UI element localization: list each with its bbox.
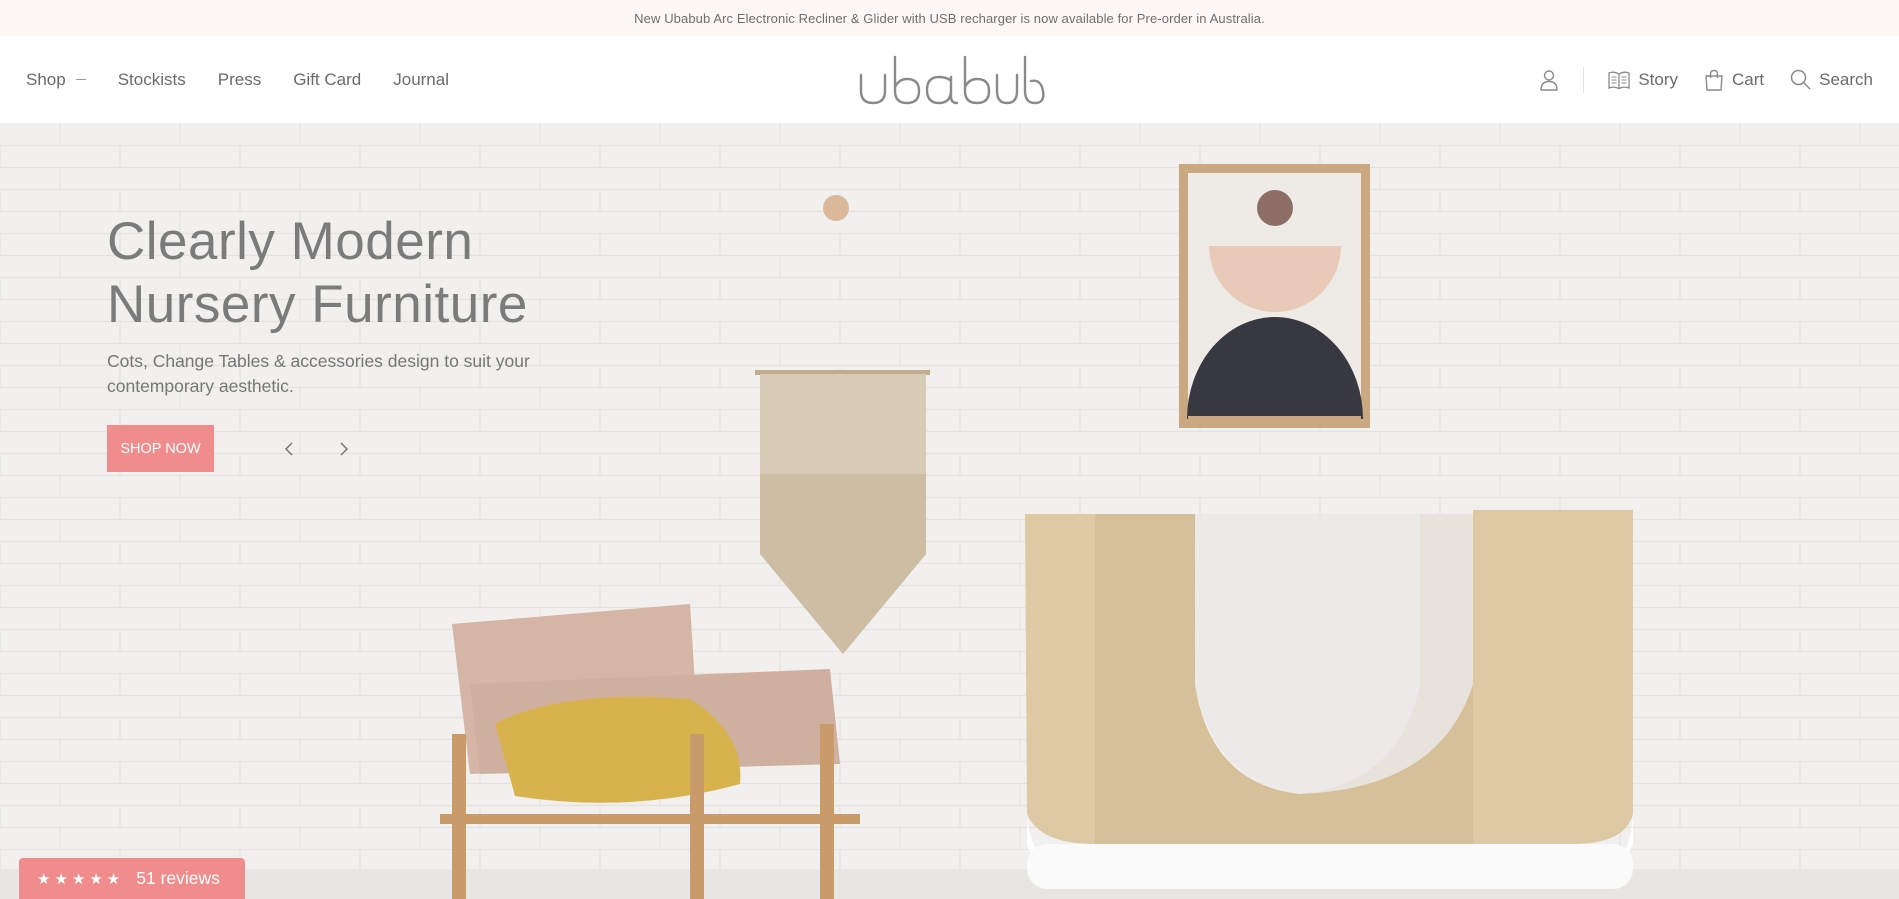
reviews-badge[interactable]: ★★★★★ 51 reviews [19, 858, 245, 899]
announcement-bar: New Ubabub Arc Electronic Recliner & Gli… [0, 0, 1899, 36]
hero-content: Clearly Modern Nursery Furniture Cots, C… [107, 210, 627, 472]
chevron-left-icon [284, 441, 293, 456]
nav-journal[interactable]: Journal [393, 70, 449, 90]
search-icon [1790, 69, 1811, 90]
ubabub-logo-icon [859, 55, 1045, 104]
slide-next-button[interactable] [329, 434, 359, 464]
wall-knob-icon [823, 195, 849, 221]
cart-link[interactable]: Cart [1704, 69, 1764, 91]
hero-slideshow: Clearly Modern Nursery Furniture Cots, C… [0, 124, 1899, 899]
star-rating-icon: ★★★★★ [37, 870, 125, 888]
utility-nav: Story Cart Search [1539, 66, 1873, 93]
book-icon [1608, 70, 1630, 90]
hero-subtitle: Cots, Change Tables & accessories design… [107, 351, 530, 396]
divider [1583, 66, 1585, 93]
account-link[interactable] [1539, 69, 1559, 91]
search-label: Search [1819, 69, 1873, 89]
story-link[interactable]: Story [1608, 70, 1678, 90]
hero-title-line-1: Clearly Modern [107, 212, 474, 271]
story-label: Story [1638, 69, 1678, 89]
site-logo[interactable] [855, 51, 1045, 109]
cart-label: Cart [1732, 69, 1765, 89]
reviews-count: 51 reviews [136, 868, 220, 888]
dropdown-indicator-icon [75, 79, 86, 80]
hero-actions: SHOP NOW [107, 425, 627, 472]
search-link[interactable]: Search [1790, 69, 1873, 90]
nav-shop[interactable]: Shop [26, 70, 86, 90]
nav-gift-card[interactable]: Gift Card [293, 70, 361, 90]
nav-stockists[interactable]: Stockists [118, 70, 186, 90]
shopping-bag-icon [1704, 69, 1724, 91]
chevron-right-icon [340, 441, 349, 456]
site-header: Shop Stockists Press Gift Card Journal S… [0, 36, 1899, 124]
nav-press[interactable]: Press [218, 70, 261, 90]
hero-title: Clearly Modern Nursery Furniture [107, 210, 627, 336]
hero-title-line-2: Nursery Furniture [107, 275, 528, 334]
announcement-text: New Ubabub Arc Electronic Recliner & Gli… [634, 10, 1265, 26]
main-nav: Shop Stockists Press Gift Card Journal [26, 70, 449, 90]
shop-now-button[interactable]: SHOP NOW [107, 425, 214, 472]
user-icon [1539, 69, 1559, 91]
slide-prev-button[interactable] [274, 434, 304, 464]
nav-shop-label: Shop [26, 69, 66, 89]
